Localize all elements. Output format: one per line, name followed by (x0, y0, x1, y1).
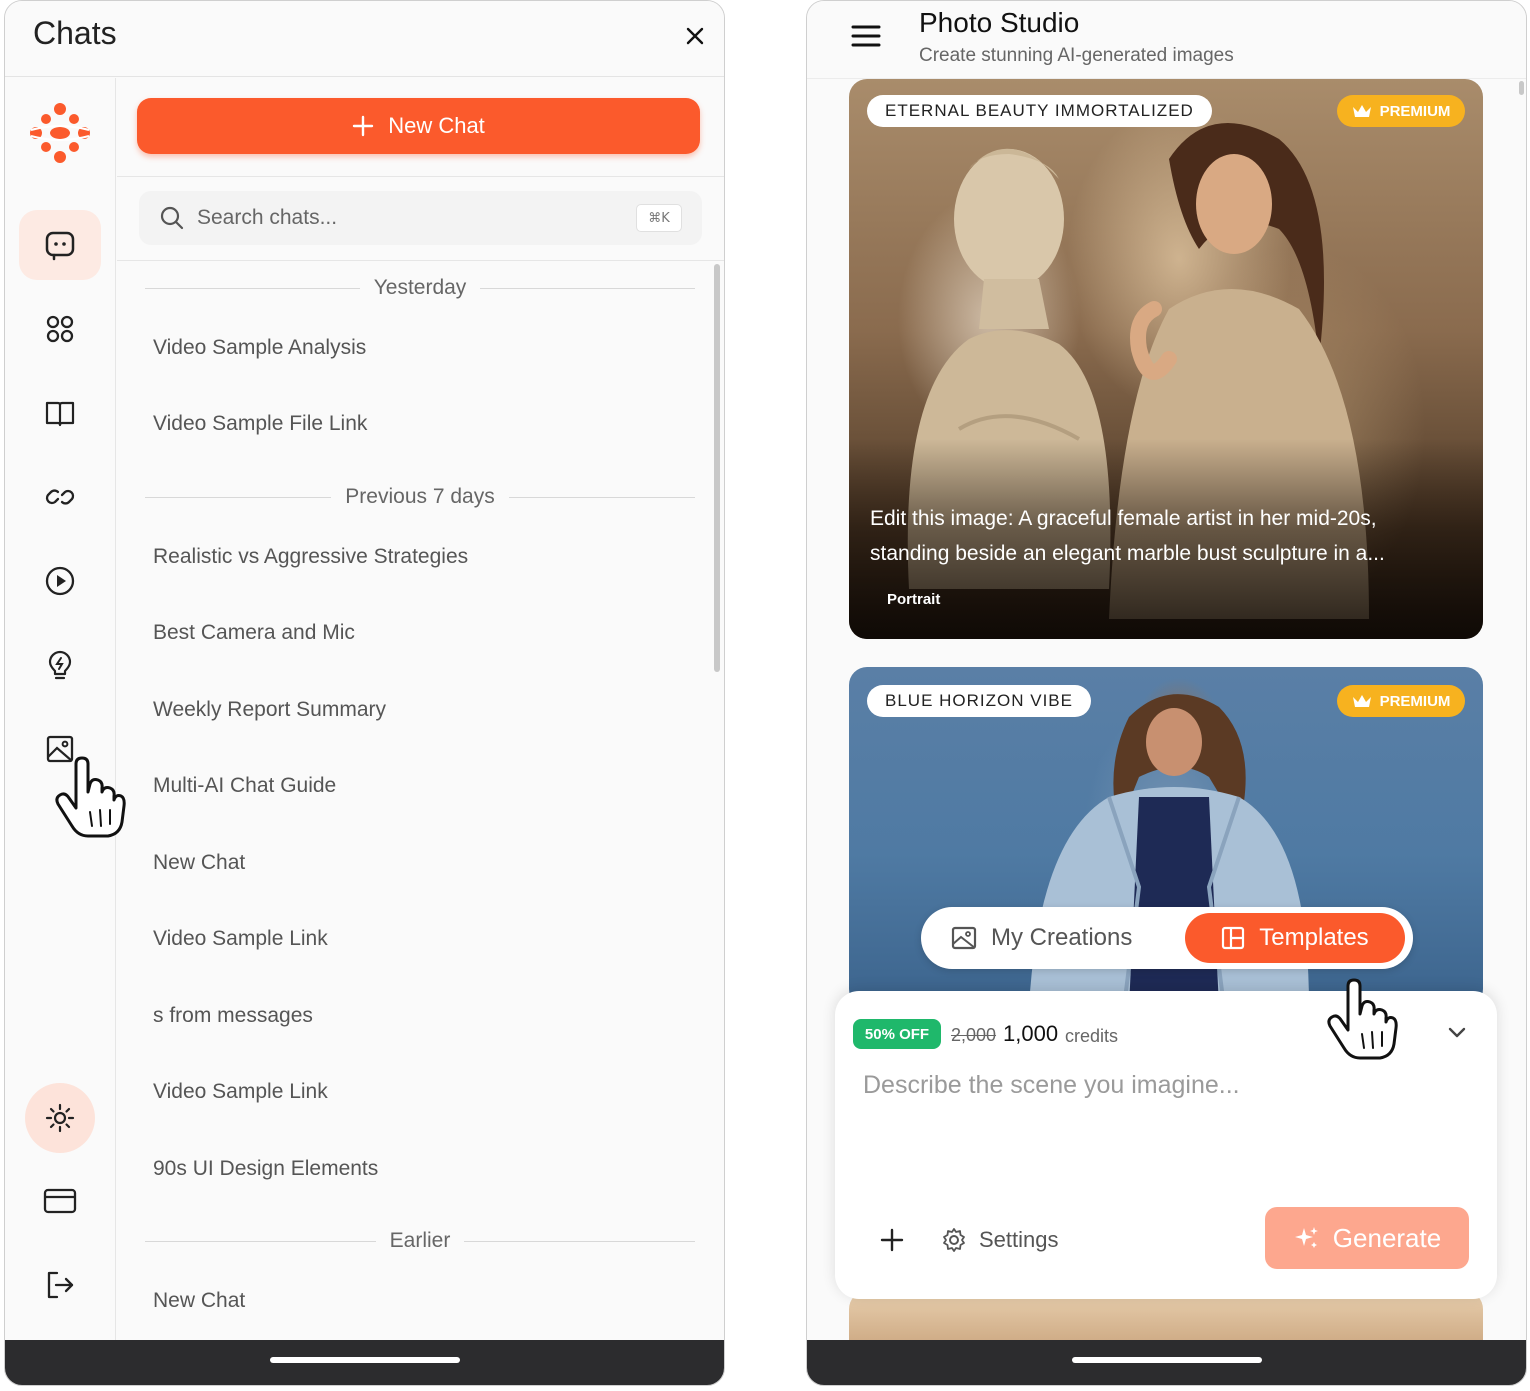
scrollbar[interactable] (714, 264, 720, 672)
section-header-previous-7-days: Previous 7 days (145, 482, 696, 512)
card-description: Edit this image: A graceful female artis… (870, 507, 1385, 565)
rail-billing-button[interactable] (19, 1166, 101, 1236)
play-circle-icon (45, 566, 75, 596)
link-icon (45, 489, 75, 505)
book-icon (45, 401, 75, 427)
tab-my-creations[interactable]: My Creations (951, 907, 1132, 969)
credits-label: credits (1065, 1026, 1119, 1046)
chat-list-item[interactable]: Best Camera and Mic (153, 613, 673, 653)
logout-icon (47, 1271, 74, 1299)
chat-list-item[interactable]: Video Sample Link (153, 1072, 673, 1112)
plus-icon (353, 115, 374, 137)
chat-list-item[interactable]: Video Sample Analysis (153, 328, 673, 368)
crown-icon (1352, 105, 1371, 117)
new-chat-button[interactable]: New Chat (137, 98, 700, 154)
close-button[interactable] (680, 21, 710, 51)
hand-cursor-icon (1327, 978, 1398, 1060)
chat-list-item[interactable]: 90s UI Design Elements (153, 1149, 673, 1189)
add-attachment-icon[interactable] (877, 1225, 907, 1255)
rail-links-button[interactable] (19, 462, 101, 532)
home-indicator[interactable] (269, 1357, 460, 1363)
apps-grid-icon (46, 315, 74, 343)
prompt-input[interactable] (863, 1071, 1463, 1181)
premium-badge: PREMIUM (1337, 685, 1465, 717)
home-indicator[interactable] (1071, 1357, 1262, 1363)
settings-button[interactable]: Settings (941, 1223, 1059, 1257)
search-icon (160, 206, 184, 230)
section-header-yesterday: Yesterday (145, 273, 695, 303)
chats-header: Chats (5, 1, 724, 77)
page-subtitle: Create stunning AI-generated images (919, 45, 1234, 66)
chats-drawer: Chats New Chat Search chats... ⌘K Yester… (4, 0, 725, 1386)
chat-list-item[interactable]: Multi-AI Chat Guide (153, 766, 673, 806)
rail-ideas-button[interactable] (19, 630, 101, 700)
hand-cursor-icon (55, 756, 126, 838)
lightbulb-icon (48, 650, 72, 680)
menu-icon[interactable] (849, 21, 883, 51)
chevron-down-icon[interactable] (1443, 1019, 1471, 1047)
chat-list[interactable]: Yesterday Video Sample Analysis Video Sa… (117, 261, 724, 1340)
sun-icon (45, 1103, 75, 1133)
page-title: Photo Studio (919, 7, 1080, 38)
rail-library-button[interactable] (19, 378, 101, 448)
chat-list-item[interactable]: Weekly Report Summary (153, 690, 673, 730)
chat-list-item[interactable]: Video Sample Link (153, 919, 673, 959)
template-card[interactable]: ETERNAL BEAUTY IMMORTALIZED PREMIUM Edit… (849, 79, 1483, 639)
layout-template-icon (1222, 926, 1245, 950)
chat-list-item[interactable]: New Chat (153, 843, 673, 883)
theme-toggle-button[interactable] (25, 1083, 95, 1153)
photo-studio-screen: Photo Studio Create stunning AI-generate… (806, 0, 1527, 1386)
chat-bubble-icon (45, 231, 75, 261)
rail-apps-button[interactable] (19, 294, 101, 364)
card-category: Portrait (887, 591, 941, 608)
credit-price: 1,000 (1003, 1021, 1059, 1046)
card-tag: BLUE HORIZON VIBE (867, 685, 1091, 717)
sparkles-icon (1294, 1227, 1318, 1248)
gear-icon (943, 1228, 965, 1252)
discount-badge: 50% OFF (853, 1019, 941, 1049)
app-logo (30, 103, 90, 163)
close-icon (686, 27, 704, 45)
chat-list-item[interactable]: s from messages (153, 996, 673, 1036)
chat-list-item[interactable]: Realistic vs Aggressive Strategies (153, 537, 673, 577)
tab-templates[interactable]: Templates (1185, 913, 1405, 963)
crown-icon (1352, 695, 1371, 707)
home-indicator-bar (807, 1340, 1526, 1385)
search-box[interactable]: ⌘K (139, 191, 702, 245)
new-chat-label: New Chat (388, 113, 485, 138)
section-header-earlier: Earlier (145, 1226, 695, 1256)
rail-chats-button[interactable] (19, 210, 101, 280)
old-price: 2,000 (951, 1025, 997, 1045)
home-indicator-bar (5, 1340, 724, 1385)
chat-list-panel: New Chat ⌘K Yesterday Video Sample Analy… (117, 78, 724, 1340)
scrollbar[interactable] (1519, 81, 1524, 95)
studio-header: Photo Studio Create stunning AI-generate… (807, 1, 1526, 79)
generate-button[interactable]: Generate (1265, 1207, 1469, 1269)
divider (117, 176, 724, 177)
view-tabs: My Creations Templates (921, 907, 1413, 969)
credit-card-icon (43, 1188, 77, 1214)
shortcut-hint: ⌘K (636, 204, 682, 232)
search-input[interactable] (197, 201, 617, 235)
chat-list-item[interactable]: New Chat (153, 1281, 673, 1321)
chats-title: Chats (33, 15, 117, 51)
template-card[interactable] (849, 1291, 1483, 1346)
chat-list-item[interactable]: Video Sample File Link (153, 404, 673, 444)
card-tag: ETERNAL BEAUTY IMMORTALIZED (867, 95, 1212, 127)
image-icon (951, 926, 977, 950)
premium-badge: PREMIUM (1337, 95, 1465, 127)
nav-rail (5, 78, 116, 1340)
rail-logout-button[interactable] (19, 1250, 101, 1320)
rail-video-button[interactable] (19, 546, 101, 616)
